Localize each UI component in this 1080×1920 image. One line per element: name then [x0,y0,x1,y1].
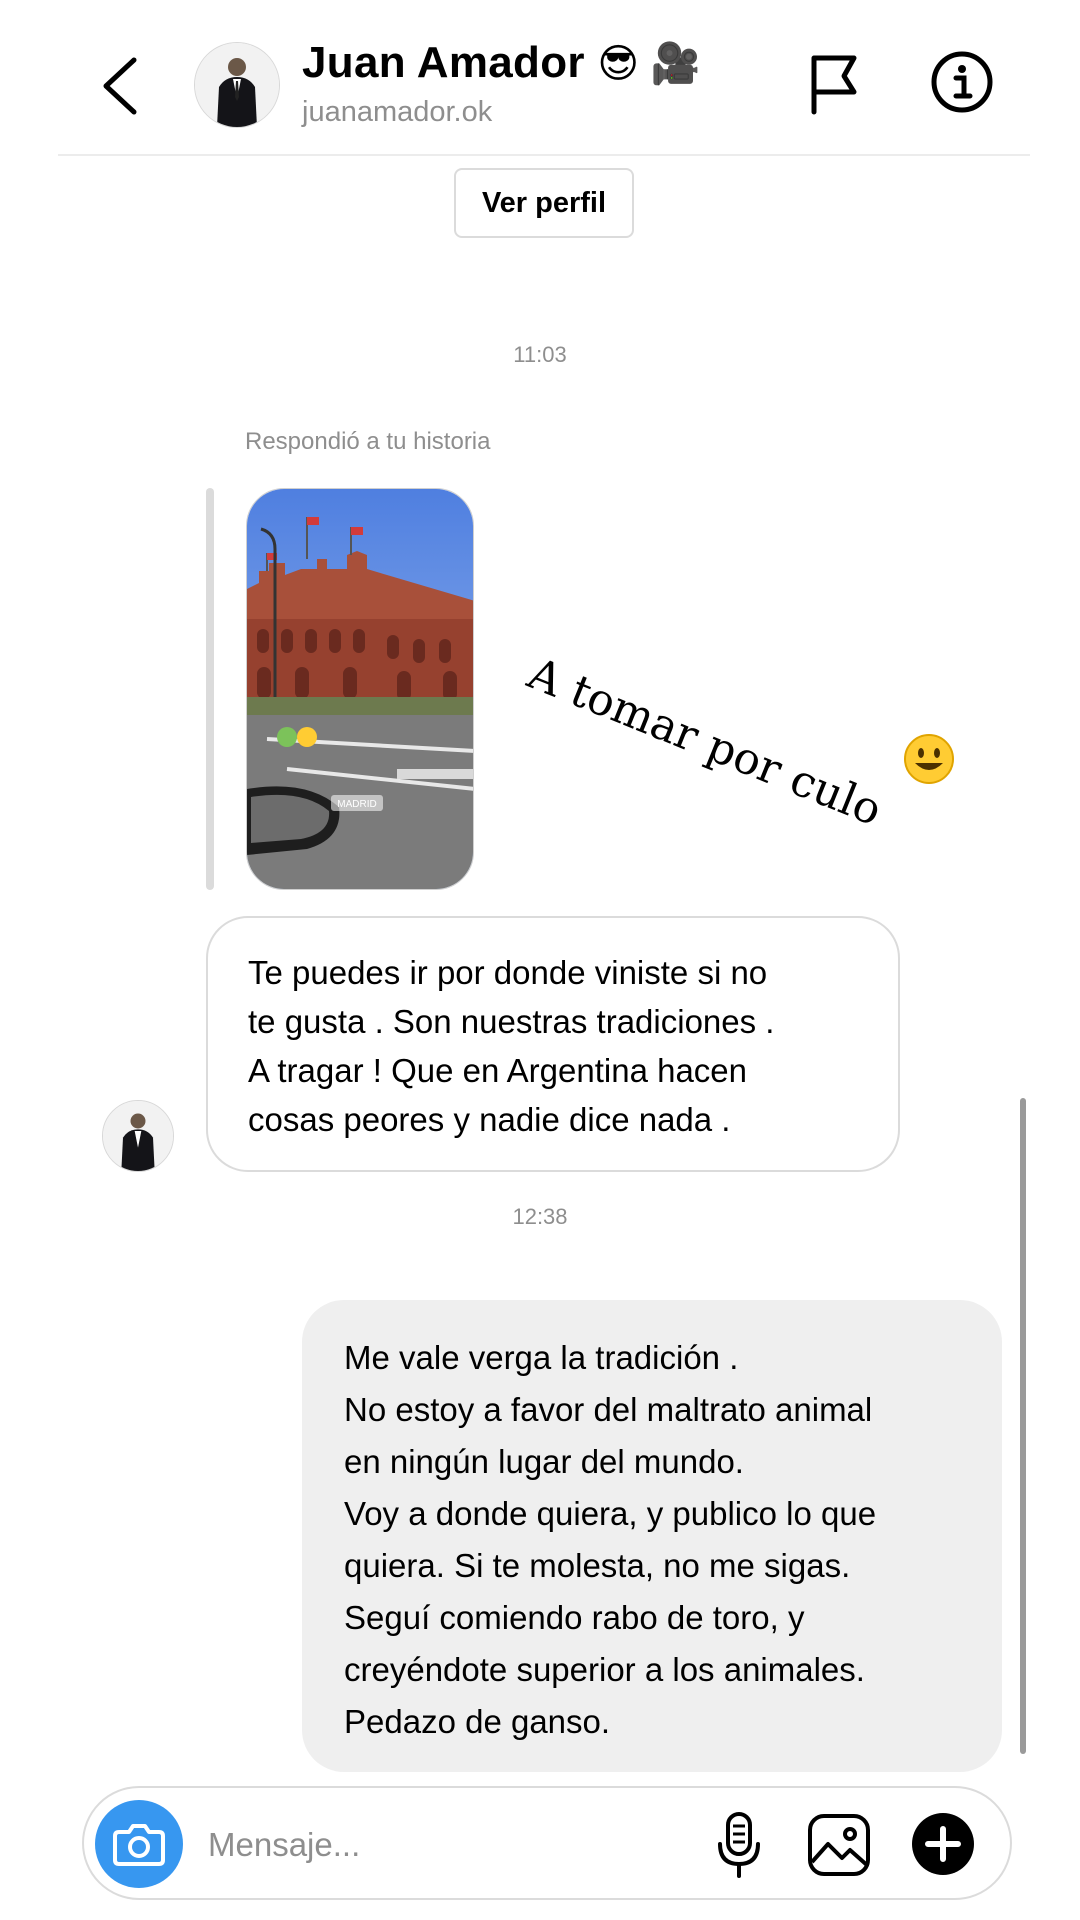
contact-username[interactable]: juanamador.ok [302,96,492,129]
story-caption: A tomar por culo [520,648,889,837]
outgoing-message-bubble[interactable]: Me vale verga la tradición . No estoy a … [302,1300,1002,1772]
camera-icon [113,1824,165,1866]
profile-avatar[interactable] [194,42,280,128]
contact-name[interactable]: Juan Amador 😎 🎥 [302,38,701,88]
info-icon[interactable] [930,50,994,114]
header-divider [58,154,1030,156]
reply-indicator-bar [206,488,214,890]
scrollbar[interactable] [1020,1098,1026,1754]
camera-button[interactable] [95,1800,183,1888]
view-profile-button[interactable]: Ver perfil [454,168,634,238]
message-line: Me vale verga la tradición . [344,1339,739,1376]
microphone-icon[interactable] [714,1810,764,1880]
timestamp: 12:38 [512,1204,568,1229]
message-line: en ningún lugar del mundo. [344,1443,744,1480]
story-reply-label: Respondió a tu historia [245,428,491,455]
message-line: Voy a donde quiera, y publico lo que [344,1495,877,1532]
sender-avatar[interactable] [102,1100,174,1172]
message-line: Te puedes ir por donde viniste si no [248,954,768,991]
flag-icon[interactable] [806,52,862,116]
back-chevron-icon[interactable] [96,54,144,118]
message-line: Seguí comiendo rabo de toro, y [344,1599,805,1636]
message-line: A tragar ! Que en Argentina hacen [248,1052,748,1089]
message-line: Pedazo de ganso. [344,1703,611,1740]
plus-circle-icon[interactable] [910,1811,976,1877]
message-line: te gusta . Son nuestras tradiciones . [248,1003,775,1040]
smiling-face-emoji-icon [904,734,954,784]
name-emojis: 😎 🎥 [597,42,701,86]
message-line: cosas peores y nadie dice nada . [248,1101,731,1138]
message-line: creyéndote superior a los animales. [344,1651,865,1688]
story-location-tag: MADRID [337,799,376,810]
incoming-message-bubble[interactable]: Te puedes ir por donde viniste si no te … [206,916,900,1172]
story-thumbnail[interactable]: MADRID [246,488,474,890]
gallery-icon[interactable] [806,1812,872,1878]
message-line: No estoy a favor del maltrato animal [344,1391,873,1428]
timestamp: 11:03 [513,342,567,367]
message-input[interactable] [206,1818,690,1872]
message-line: quiera. Si te molesta, no me sigas. [344,1547,851,1584]
